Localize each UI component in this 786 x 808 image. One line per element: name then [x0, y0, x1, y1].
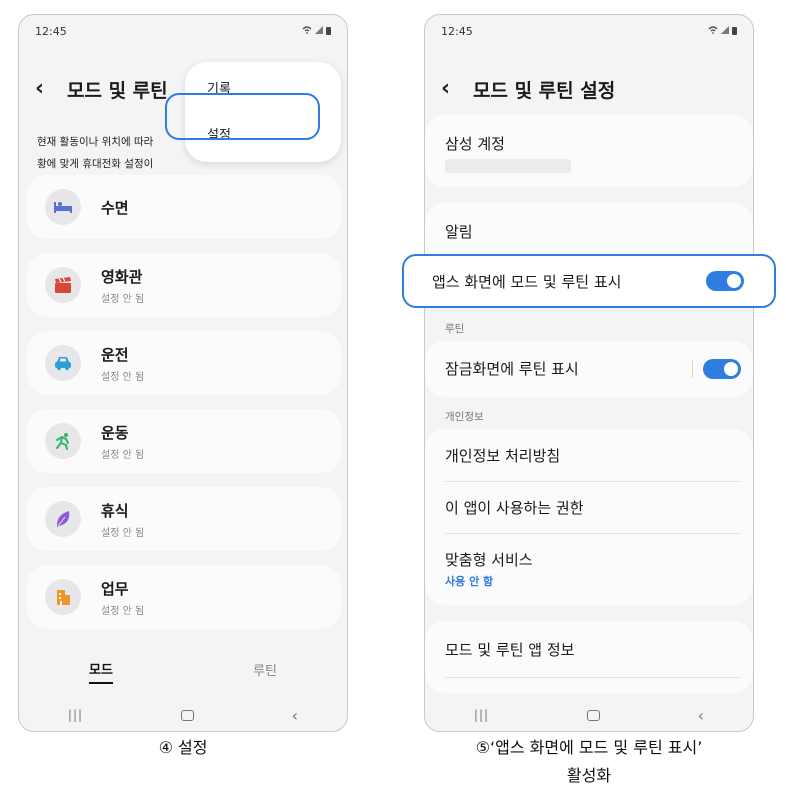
recent-apps-icon[interactable]: ||| — [474, 708, 489, 722]
app-permissions-row[interactable]: 이 앱이 사용하는 권한 — [445, 497, 741, 518]
page-title: 모드 및 루틴 — [67, 79, 168, 102]
page-title: 모드 및 루틴 설정 — [473, 79, 616, 102]
bottom-tab-bar: 모드 루틴 — [19, 655, 347, 687]
back-nav-icon[interactable]: ‹ — [292, 706, 298, 725]
mode-name: 휴식 — [101, 501, 129, 520]
app-permissions-label: 이 앱이 사용하는 권한 — [445, 499, 584, 517]
back-arrow-icon[interactable]: ‹ — [441, 78, 467, 100]
samsung-account-row[interactable]: 삼성 계정 — [445, 133, 741, 154]
mode-name: 업무 — [101, 579, 129, 598]
mode-status: 설정 안 됨 — [101, 371, 145, 383]
mode-name: 수면 — [101, 198, 129, 217]
bed-icon — [45, 189, 81, 225]
car-icon — [45, 345, 81, 381]
status-icons — [302, 25, 331, 37]
apps-screen-display-label: 앱스 화면에 모드 및 루틴 표시 — [432, 273, 622, 291]
wifi-icon — [708, 25, 718, 37]
mode-status: 설정 안 됨 — [101, 449, 145, 461]
account-card: 삼성 계정 — [425, 115, 753, 187]
home-icon[interactable] — [586, 709, 600, 721]
custom-service-label: 맞춤형 서비스 — [445, 551, 533, 569]
mode-item-sleep[interactable]: 수면 — [27, 175, 341, 239]
tab-routines[interactable]: 루틴 — [253, 660, 277, 683]
home-icon[interactable] — [180, 709, 194, 721]
signal-icon — [721, 25, 729, 37]
lock-screen-routine-toggle[interactable] — [703, 359, 741, 379]
notifications-label: 알림 — [445, 223, 473, 241]
mode-name: 운전 — [101, 345, 129, 364]
custom-service-row[interactable]: 맞춤형 서비스 사용 안 함 — [445, 549, 741, 589]
mode-name: 운동 — [101, 423, 129, 442]
divider — [445, 677, 741, 678]
right-caption-line-1: ⑤‘앱스 화면에 모드 및 루틴 표시’ — [475, 738, 703, 757]
apps-screen-highlight-row[interactable]: 앱스 화면에 모드 및 루틴 표시 — [402, 254, 776, 308]
status-bar: 12:45 — [425, 15, 753, 47]
mode-status: 설정 안 됨 — [101, 527, 145, 539]
system-nav-bar: ||| ‹ — [19, 699, 347, 731]
lock-screen-routine-row[interactable]: 잠금화면에 루틴 표시 — [445, 358, 741, 379]
apps-screen-display-toggle[interactable] — [706, 271, 744, 291]
settings-highlight-box — [165, 93, 320, 140]
toggle-knob — [727, 274, 741, 288]
status-time: 12:45 — [441, 24, 473, 38]
privacy-policy-label: 개인정보 처리방침 — [445, 447, 561, 465]
mode-item-driving[interactable]: 운전 설정 안 됨 — [27, 331, 341, 395]
divider — [445, 481, 741, 482]
battery-icon — [732, 27, 737, 35]
back-arrow-icon[interactable]: ‹ — [35, 78, 61, 100]
status-icons — [708, 25, 737, 37]
right-caption: ⑤‘앱스 화면에 모드 및 루틴 표시’ 활성화 — [404, 734, 774, 790]
recent-apps-icon[interactable]: ||| — [68, 708, 83, 722]
about-card: 모드 및 루틴 앱 정보 — [425, 621, 753, 693]
row-divider — [692, 360, 693, 378]
mode-item-exercise[interactable]: 운동 설정 안 됨 — [27, 409, 341, 473]
tab-modes[interactable]: 모드 — [89, 659, 113, 684]
wifi-icon — [302, 25, 312, 37]
mode-item-relax[interactable]: 휴식 설정 안 됨 — [27, 487, 341, 551]
status-bar: 12:45 — [19, 15, 347, 47]
mode-status: 설정 안 됨 — [101, 293, 145, 305]
privacy-policy-row[interactable]: 개인정보 처리방침 — [445, 445, 741, 466]
building-icon — [45, 579, 81, 615]
system-nav-bar: ||| ‹ — [425, 699, 753, 731]
battery-icon — [326, 27, 331, 35]
clapperboard-icon — [45, 267, 81, 303]
running-icon — [45, 423, 81, 459]
lock-screen-routine-label: 잠금화면에 루틴 표시 — [445, 360, 579, 378]
about-app-label: 모드 및 루틴 앱 정보 — [445, 641, 575, 659]
notifications-row[interactable]: 알림 — [445, 221, 741, 242]
status-time: 12:45 — [35, 24, 67, 38]
leaf-icon — [45, 501, 81, 537]
signal-icon — [315, 25, 323, 37]
custom-service-status: 사용 안 함 — [445, 575, 494, 588]
privacy-section-label: 개인정보 — [445, 411, 484, 423]
routine-card: 잠금화면에 루틴 표시 — [425, 341, 753, 397]
back-nav-icon[interactable]: ‹ — [698, 706, 704, 725]
description-line-2: 황에 맞게 휴대전화 설정이 — [37, 158, 154, 170]
page-header: ‹ 모드 및 루틴 설정 — [441, 73, 737, 105]
divider — [445, 533, 741, 534]
routine-section-label: 루틴 — [445, 323, 465, 335]
mode-name: 영화관 — [101, 267, 143, 286]
mode-status: 설정 안 됨 — [101, 605, 145, 617]
samsung-account-label: 삼성 계정 — [445, 135, 505, 153]
redacted-account-email — [445, 159, 571, 173]
about-app-row[interactable]: 모드 및 루틴 앱 정보 — [445, 639, 741, 660]
toggle-knob — [724, 362, 738, 376]
mode-item-work[interactable]: 업무 설정 안 됨 — [27, 565, 341, 629]
right-caption-line-2: 활성화 — [566, 766, 612, 785]
left-caption: ④ 설정 — [158, 738, 208, 757]
right-phone-screen: 12:45 ‹ 모드 및 루틴 설정 삼성 계정 알림 루틴 잠금화면에 루틴 … — [424, 14, 754, 732]
privacy-card: 개인정보 처리방침 이 앱이 사용하는 권한 맞춤형 서비스 사용 안 함 — [425, 429, 753, 605]
mode-item-theater[interactable]: 영화관 설정 안 됨 — [27, 253, 341, 317]
